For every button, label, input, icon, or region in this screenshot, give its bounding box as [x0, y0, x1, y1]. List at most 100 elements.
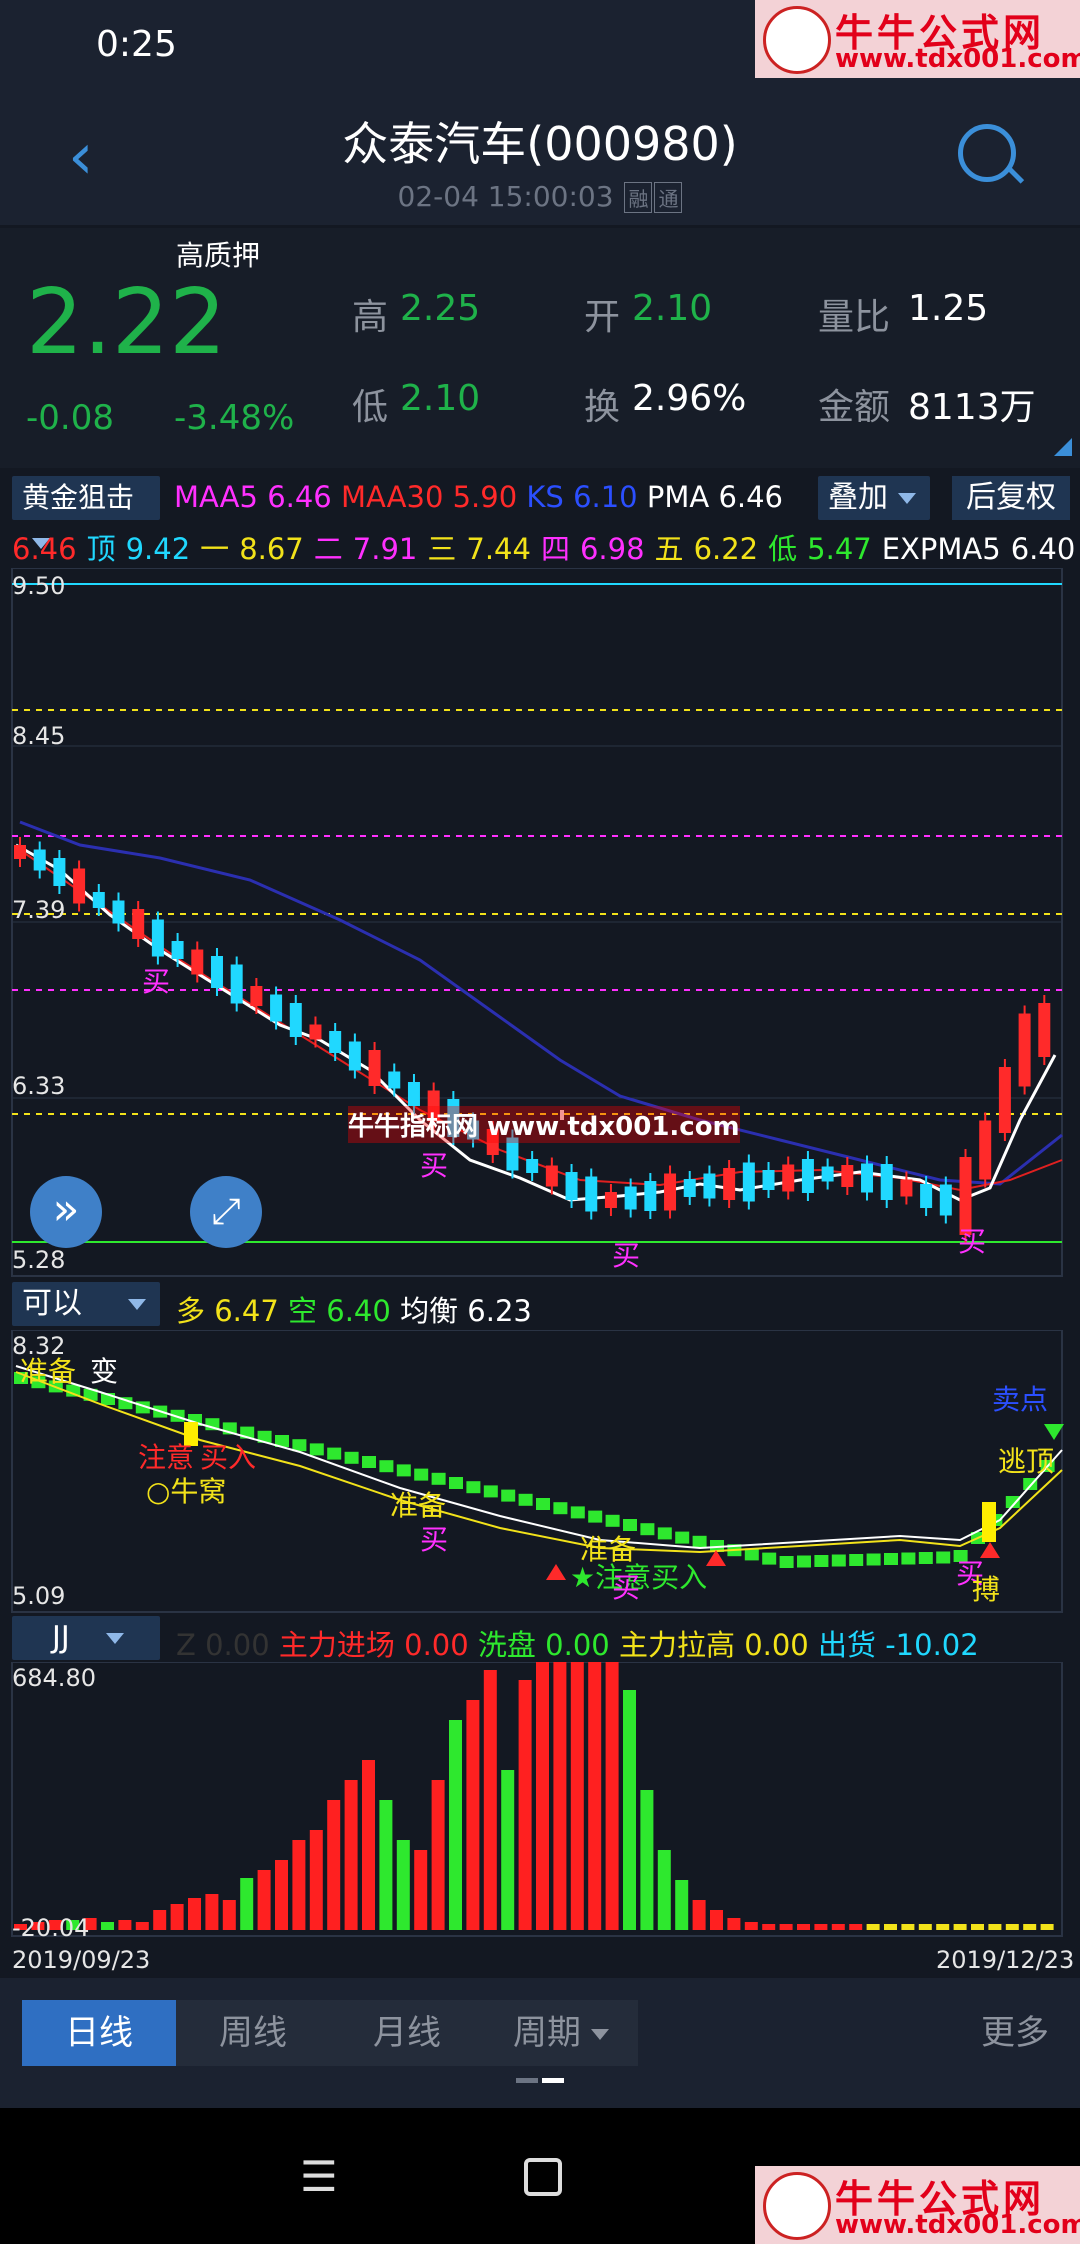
level-legend-item: 7.44: [466, 532, 531, 566]
sub1-signal-label: 准备: [20, 1355, 77, 1388]
trend-bar: [553, 1502, 568, 1515]
level-legend-item: 6.22: [693, 532, 759, 566]
turnover-value: 2.96%: [632, 378, 747, 419]
flow-bar: [292, 1840, 306, 1930]
stock-title: 众泰汽车(000980): [342, 117, 738, 171]
trend-bar: [309, 1443, 324, 1456]
amount-value: 8113万: [908, 387, 1036, 428]
high-value: 2.25: [400, 288, 481, 329]
flow-bar: [710, 1910, 723, 1930]
flow-bar: [257, 1870, 271, 1930]
low-value: 2.10: [400, 378, 481, 419]
last-price: 2.22: [26, 270, 227, 375]
trend-bar: [762, 1552, 777, 1565]
flow-bar: [153, 1910, 167, 1930]
sub2-axis-top: 684.80: [12, 1664, 96, 1692]
flow-bar: [483, 1670, 497, 1930]
margin-tag: 融: [624, 182, 653, 213]
watermark-logo-top: 牛牛公式网 www.tdx001.com: [755, 0, 1080, 78]
home-square-icon[interactable]: [524, 2158, 562, 2196]
status-time: 0:25: [96, 24, 177, 65]
flow-bar: [118, 1920, 132, 1930]
tab-monthly[interactable]: 月线: [330, 2000, 484, 2066]
main-indicator-selector[interactable]: 黄金狙击: [12, 476, 160, 549]
flow-bar: [135, 1922, 149, 1930]
trend-bar: [327, 1447, 342, 1460]
trend-bar: [588, 1510, 603, 1523]
level-legend-item: EXPMA5: [881, 532, 1001, 566]
page-indicator-active: [542, 2078, 564, 2083]
more-button[interactable]: 更多: [960, 2000, 1070, 2066]
buy-signal: 买: [612, 1239, 641, 1272]
pledge-badge: 高质押: [176, 239, 261, 272]
flow-bar: [1040, 1924, 1054, 1930]
flow-bar: [831, 1924, 845, 1930]
period-tabs: 日线 周线 月线 周期 更多: [0, 1978, 1080, 2108]
trend-bar: [849, 1554, 864, 1566]
flow-bar: [936, 1924, 950, 1930]
flow-bar: [849, 1924, 863, 1930]
trend-bar: [866, 1553, 881, 1566]
flow-bar: [344, 1780, 358, 1930]
trend-bar: [292, 1439, 307, 1452]
chevron-down-icon: [591, 2029, 609, 2040]
trend-bar: [362, 1456, 376, 1468]
flow-bar: [379, 1800, 393, 1930]
flow-bar: [744, 1922, 758, 1930]
date-start: 2019/09/23: [12, 1946, 151, 1974]
trend-bar: [466, 1481, 481, 1494]
axis-label-3: 7.39: [12, 896, 66, 924]
flow-bar: [675, 1880, 689, 1930]
sub1-indicator-selector[interactable]: 可以: [12, 1282, 160, 1326]
flow-bar: [901, 1924, 915, 1930]
overlay-button[interactable]: 叠加: [818, 476, 930, 520]
flow-bar: [101, 1922, 114, 1930]
trend-bar: [831, 1554, 846, 1567]
sub1-signal-label: 买: [612, 1571, 641, 1604]
fullscreen-icon[interactable]: ⤢: [190, 1176, 262, 1248]
flow-bar: [918, 1924, 932, 1930]
tab-period[interactable]: 周期: [484, 2000, 638, 2066]
sub2-legend: Z 0.00 主力进场 0.00 洗盘 0.00 主力拉高 0.00 出货 -1…: [176, 1628, 979, 1662]
trend-bar: [640, 1523, 655, 1536]
trend-bar: [501, 1489, 516, 1502]
flow-bar: [1005, 1924, 1019, 1930]
trend-bar: [570, 1506, 585, 1519]
tab-weekly[interactable]: 周线: [176, 2000, 330, 2066]
flow-bar: [1023, 1924, 1037, 1930]
trend-bar: [797, 1555, 811, 1568]
axis-label-5: 5.28: [12, 1246, 66, 1274]
buy-signal: 买: [420, 1149, 449, 1182]
flow-bar: [240, 1878, 254, 1930]
candlestick-chart[interactable]: [0, 568, 1080, 1280]
page-indicator: [516, 2078, 538, 2083]
flow-bar: [588, 1662, 602, 1930]
flow-bar: [779, 1924, 793, 1930]
menu-icon[interactable]: ☰: [300, 2152, 338, 2201]
flow-bar: [205, 1894, 219, 1930]
sub2-indicator-selector[interactable]: JJ: [12, 1616, 160, 1660]
flow-bar: [762, 1924, 776, 1930]
level-legend-item: 顶: [86, 532, 116, 566]
flow-bar: [866, 1924, 880, 1930]
tab-daily[interactable]: 日线: [22, 2000, 176, 2066]
trend-bar: [918, 1552, 933, 1564]
flow-bar: [466, 1700, 480, 1930]
adjust-button[interactable]: 后复权: [952, 476, 1070, 520]
flow-bar: [727, 1918, 741, 1930]
expand-corner-icon[interactable]: [1054, 438, 1072, 456]
fast-forward-icon[interactable]: »: [30, 1176, 102, 1248]
volume-flow-chart[interactable]: [0, 1662, 1080, 1940]
sub1-signal-label: ○牛窝: [146, 1475, 227, 1508]
trend-bar: [884, 1553, 898, 1565]
chart-watermark: 牛牛指标网 www.tdx001.com: [348, 1106, 740, 1143]
price-change: -0.08: [26, 398, 114, 438]
level-legend-item: 7.91: [352, 532, 418, 566]
level-legend-item: 二: [313, 532, 343, 566]
sub1-signal-label: 搏: [972, 1573, 1001, 1606]
flow-bar: [814, 1924, 828, 1930]
sub2-axis-bottom: -20.04: [12, 1914, 90, 1942]
flow-bar: [623, 1690, 636, 1930]
search-icon[interactable]: [958, 124, 1016, 182]
quote-panel: 高质押 2.22 -0.08 -3.48% 高 2.25 开 2.10 量比 1…: [0, 228, 1080, 468]
